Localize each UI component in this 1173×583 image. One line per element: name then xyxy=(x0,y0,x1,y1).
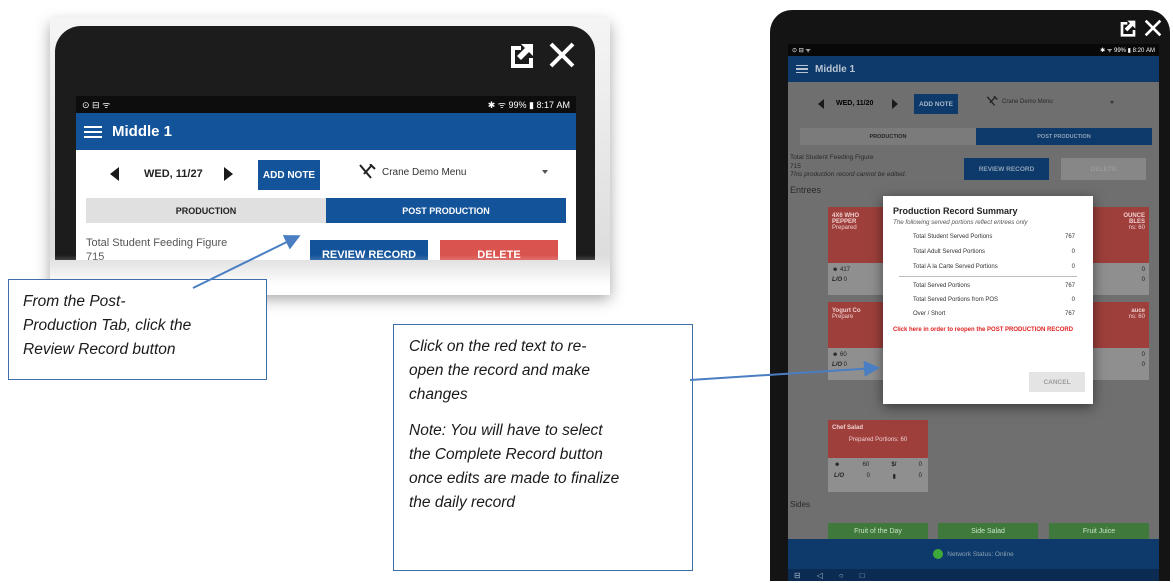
annotation-arrows xyxy=(192,235,880,381)
arrow-to-reopen-link xyxy=(689,360,880,381)
arrow-to-review-button xyxy=(192,235,301,289)
